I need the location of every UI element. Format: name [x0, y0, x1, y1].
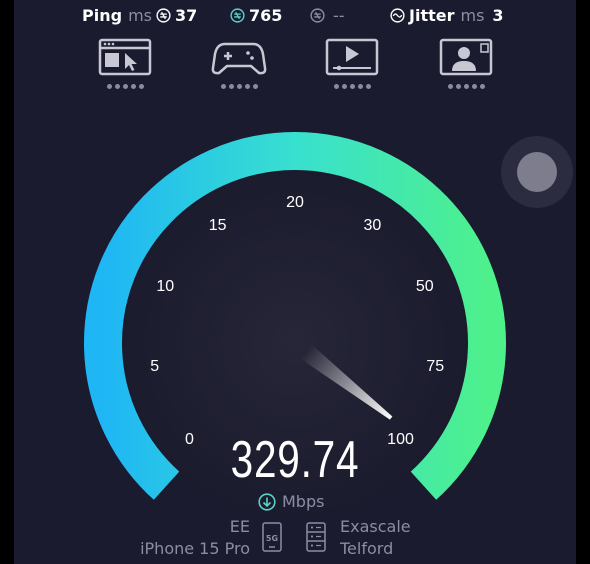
speed-value: 329.74 [230, 431, 360, 489]
carrier-name: EE [229, 517, 250, 536]
download-arrow-icon [258, 492, 276, 511]
floating-button-knob [517, 152, 557, 192]
speed-unit-row: Mbps [258, 492, 324, 511]
gauge-tick-label: 30 [363, 217, 381, 234]
gauge-tick-label: 10 [156, 278, 174, 295]
gauge-tick-label: 75 [426, 358, 444, 375]
server-location: Telford [340, 539, 394, 558]
device-name: iPhone 15 Pro [140, 539, 250, 558]
5g-network-icon: 5G [262, 522, 282, 552]
network-badge-label: 5G [266, 534, 278, 543]
gauge-tick-label: 20 [286, 194, 304, 211]
connection-info: EE iPhone 15 Pro 5G Exascale Telford [0, 516, 590, 564]
gauge-tick-label: 5 [150, 358, 159, 375]
server-info[interactable]: Exascale Telford [340, 516, 411, 560]
floating-action-button[interactable] [501, 136, 573, 208]
server-name: Exascale [340, 517, 411, 536]
server-icon [306, 522, 326, 552]
carrier-info[interactable]: EE iPhone 15 Pro [140, 516, 250, 560]
gauge-tick-label: 50 [416, 278, 434, 295]
speed-unit: Mbps [282, 492, 325, 511]
gauge-tick-label: 15 [209, 217, 227, 234]
